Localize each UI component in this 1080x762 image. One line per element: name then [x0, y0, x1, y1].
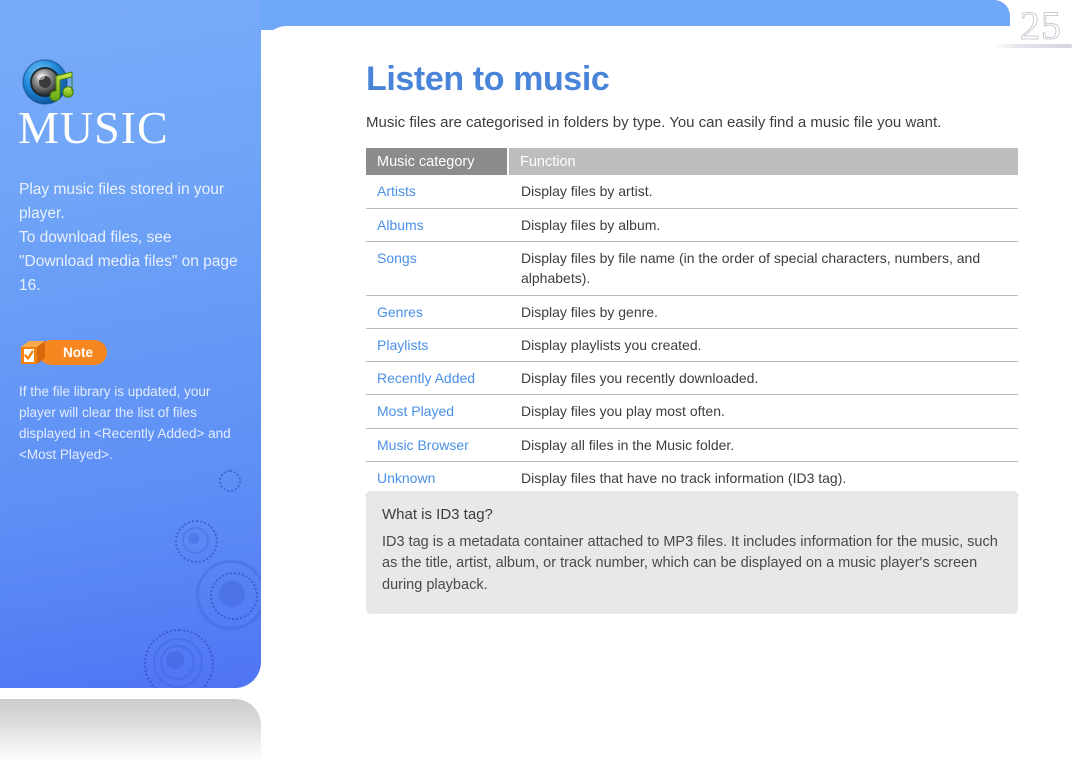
id3-info-box: What is ID3 tag? ID3 tag is a metadata c…	[366, 491, 1018, 615]
table-header-row: Music category Function	[366, 148, 1018, 176]
decor-circle-small-dotted	[219, 470, 241, 492]
table-row: Albums Display files by album.	[366, 208, 1018, 242]
table-cell-category[interactable]: Playlists	[366, 328, 508, 363]
table-cell-category[interactable]: Songs	[366, 241, 508, 296]
table-row: Artists Display files by artist.	[366, 175, 1018, 209]
table-row: Most Played Display files you play most o…	[366, 394, 1018, 429]
decor-circle-cluster-b-outer	[196, 560, 261, 630]
page-number-rule	[992, 44, 1072, 48]
table-row: Recently Added Display files you recently…	[366, 361, 1018, 396]
music-category-table: Music category Function Artists Display f…	[366, 148, 1018, 497]
table-row: Genres Display files by genre.	[366, 295, 1018, 329]
table-head: Music category Function	[366, 148, 1018, 176]
decor-circle-cluster-a-ring	[182, 527, 209, 554]
table-cell-category[interactable]: Most Played	[366, 394, 508, 429]
decor-circle-cluster-c-ring	[153, 638, 203, 688]
decor-circle-cluster-b-core	[219, 581, 245, 607]
decor-circle-cluster-c-dotted	[144, 629, 214, 688]
table-cell-category[interactable]: Albums	[366, 208, 508, 242]
bottom-tab	[0, 699, 261, 762]
page-number: 25	[1020, 3, 1062, 49]
decor-circle-cluster-a-core	[188, 533, 199, 544]
note-box-check-icon	[19, 339, 47, 366]
decor-circle-cluster-a-dotted	[175, 520, 218, 563]
info-box-title: What is ID3 tag?	[382, 506, 493, 523]
table-cell-function: Display files you play most often.	[508, 394, 1018, 429]
table-row: Music Browser Display all files in the Mu…	[366, 428, 1018, 463]
decor-circle-cluster-b-dotted	[210, 572, 258, 620]
manual-page: 25 MUSIC Play music files stored in your…	[0, 0, 1080, 762]
decor-circle-cluster-c-ring2	[160, 645, 195, 680]
page-title: Listen to music	[366, 60, 610, 98]
table-cell-function: Display files by artist.	[508, 175, 1018, 209]
chapter-note-text: If the file library is updated, your pla…	[19, 384, 231, 462]
table-cell-function: Display files by file name (in the order…	[508, 241, 1018, 296]
table-cell-function: Display playlists you created.	[508, 328, 1018, 363]
column-header-function: Function	[507, 148, 1018, 176]
table-cell-category[interactable]: Recently Added	[366, 361, 508, 396]
table-cell-function: Display all files in the Music folder.	[508, 428, 1018, 463]
table-row: Playlists Display playlists you created.	[366, 328, 1018, 363]
decor-circle-cluster-c-core	[166, 651, 184, 669]
chapter-sidebar: MUSIC Play music files stored in your pl…	[0, 0, 261, 688]
table-cell-function: Display files by album.	[508, 208, 1018, 242]
intro-text: Music files are categorised in folders b…	[366, 114, 942, 132]
info-box-body: ID3 tag is a metadata container attached…	[382, 534, 998, 593]
table-cell-category[interactable]: Genres	[366, 295, 508, 329]
note-badge-label: Note	[63, 345, 93, 360]
main-content: Listen to music Music files are categori…	[366, 60, 1018, 497]
table-body: Artists Display files by artist. Albums Dis…	[366, 175, 1018, 495]
table-cell-category[interactable]: Music Browser	[366, 428, 508, 463]
chapter-description: Play music files stored in your player. …	[19, 181, 238, 294]
note-badge-pill: Note	[39, 340, 107, 365]
table-cell-function: Display files by genre.	[508, 295, 1018, 329]
table-row: Songs Display files by file name (in the …	[366, 241, 1018, 296]
chapter-title: MUSIC	[18, 102, 169, 153]
column-header-category: Music category	[366, 148, 508, 176]
table-cell-function: Display files you recently downloaded.	[508, 361, 1018, 396]
table-cell-category[interactable]: Artists	[366, 175, 508, 209]
